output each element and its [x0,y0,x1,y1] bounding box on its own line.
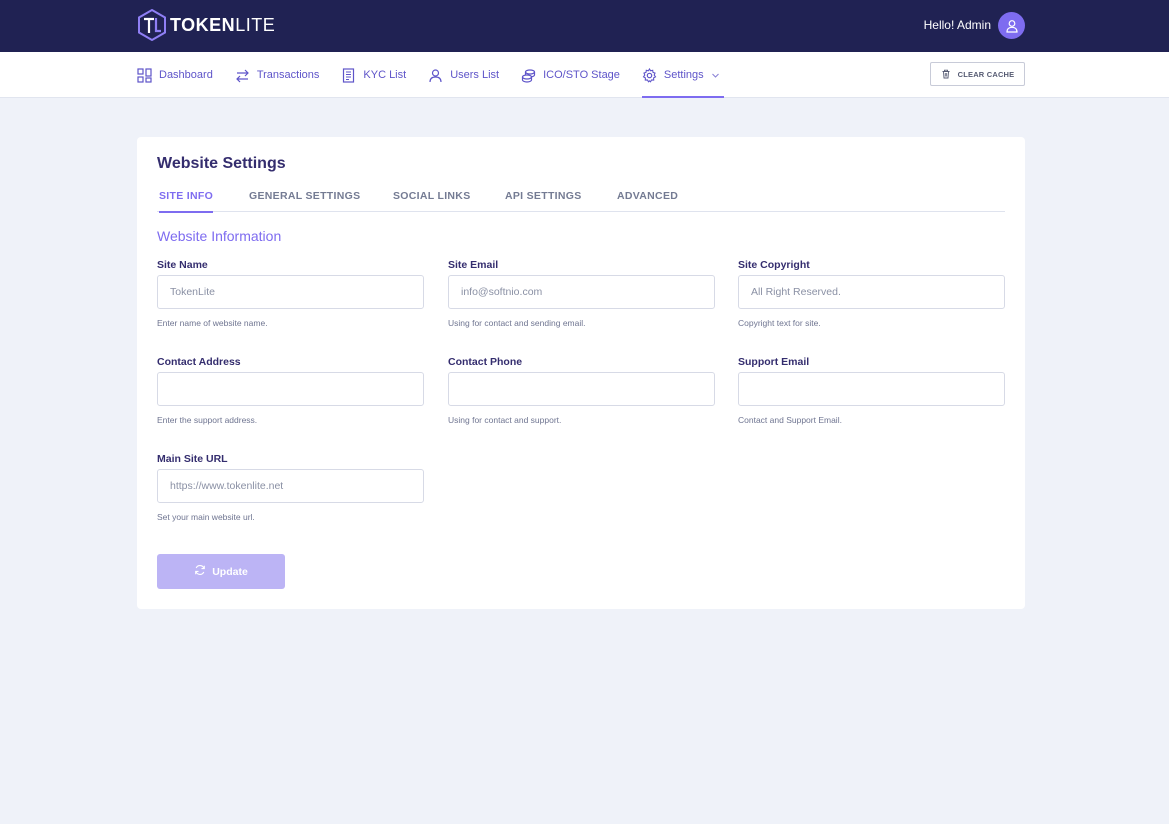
user-avatar[interactable] [998,12,1025,39]
logo-text: TOKENLITE [170,14,276,35]
update-button[interactable]: Update [157,554,285,589]
logo[interactable]: TOKENLITE [137,9,275,41]
nav-label: Users List [450,69,500,81]
nav-bar: Dashboard Transactions KYC List Users Li… [0,52,1169,98]
nav-label: Dashboard [159,69,213,81]
update-label: Update [212,565,248,578]
gear-icon [642,67,657,83]
field-hint: Enter the support address. [157,415,258,425]
nav-label: Settings [663,69,704,81]
logo-icon [138,9,166,41]
site-name-field: Site Name Enter name of website name. [157,259,424,328]
user-greeting: Hello! Admin [923,18,991,32]
tab-advanced[interactable]: ADVANCED [617,188,678,212]
site-email-field: Site Email Using for contact and sending… [448,259,715,328]
site-copyright-field: Site Copyright Copyright text for site. [738,259,1005,328]
site-copyright-input[interactable] [738,275,1005,309]
refresh-icon [195,565,206,575]
nav-item-transactions[interactable]: Transactions [235,52,320,98]
website-settings-card: Website Settings SITE INFO GENERAL SETTI… [137,137,1025,609]
field-hint: Copyright text for site. [738,318,821,328]
nav-item-users-list[interactable]: Users List [428,52,499,98]
dashboard-icon [137,67,152,83]
clear-cache-button[interactable]: CLEAR CACHE [930,62,1025,86]
field-hint: Set your main website url. [157,512,255,522]
field-label: Site Email [448,259,499,271]
contact-phone-field: Contact Phone Using for contact and supp… [448,356,715,425]
coins-icon [521,68,536,83]
tab-site-info[interactable]: SITE INFO [159,188,214,213]
support-email-input[interactable] [738,372,1005,406]
site-name-input[interactable] [157,275,424,309]
field-hint: Using for contact and support. [448,415,562,425]
field-label: Support Email [738,356,810,368]
tab-api-settings[interactable]: API SETTINGS [505,188,582,212]
nav-item-kyc-list[interactable]: KYC List [341,52,406,98]
field-label: Site Name [157,259,208,271]
main-site-url-input[interactable] [157,469,424,503]
nav-item-settings[interactable]: Settings [641,52,724,98]
settings-tabs: SITE INFO GENERAL SETTINGS SOCIAL LINKS … [157,188,1005,213]
nav-item-dashboard[interactable]: Dashboard [137,52,213,98]
contact-phone-input[interactable] [448,372,715,406]
nav-item-ico-sto-stage[interactable]: ICO/STO Stage [521,52,620,98]
nav-label: KYC List [363,69,407,81]
user-icon [1005,19,1018,33]
field-hint: Contact and Support Email. [738,415,842,425]
field-label: Contact Phone [448,356,523,368]
tab-social-links[interactable]: SOCIAL LINKS [393,188,471,212]
nav-label: ICO/STO Stage [543,69,620,81]
main-nav: Dashboard Transactions KYC List Users Li… [137,52,746,98]
chevron-down-icon [711,73,719,78]
user-icon [429,68,442,82]
transfer-arrows-icon [235,69,249,82]
field-label: Site Copyright [738,259,810,271]
top-bar: TOKENLITE Hello! Admin [0,0,1169,52]
tab-general-settings[interactable]: GENERAL SETTINGS [249,188,360,212]
field-label: Main Site URL [157,453,228,465]
section-title: Website Information [157,228,282,244]
page-title: Website Settings [157,155,286,172]
nav-label: Transactions [256,69,320,81]
main-site-url-field: Main Site URL Set your main website url. [157,453,424,522]
support-email-field: Support Email Contact and Support Email. [738,356,1005,425]
document-list-icon [343,67,355,83]
clear-cache-label: CLEAR CACHE [957,69,1015,79]
contact-address-field: Contact Address Enter the support addres… [157,356,424,425]
field-label: Contact Address [157,356,241,368]
contact-address-input[interactable] [157,372,424,406]
field-hint: Using for contact and sending email. [448,318,586,328]
field-hint: Enter name of website name. [157,318,268,328]
site-email-input[interactable] [448,275,715,309]
trash-icon [942,69,950,79]
